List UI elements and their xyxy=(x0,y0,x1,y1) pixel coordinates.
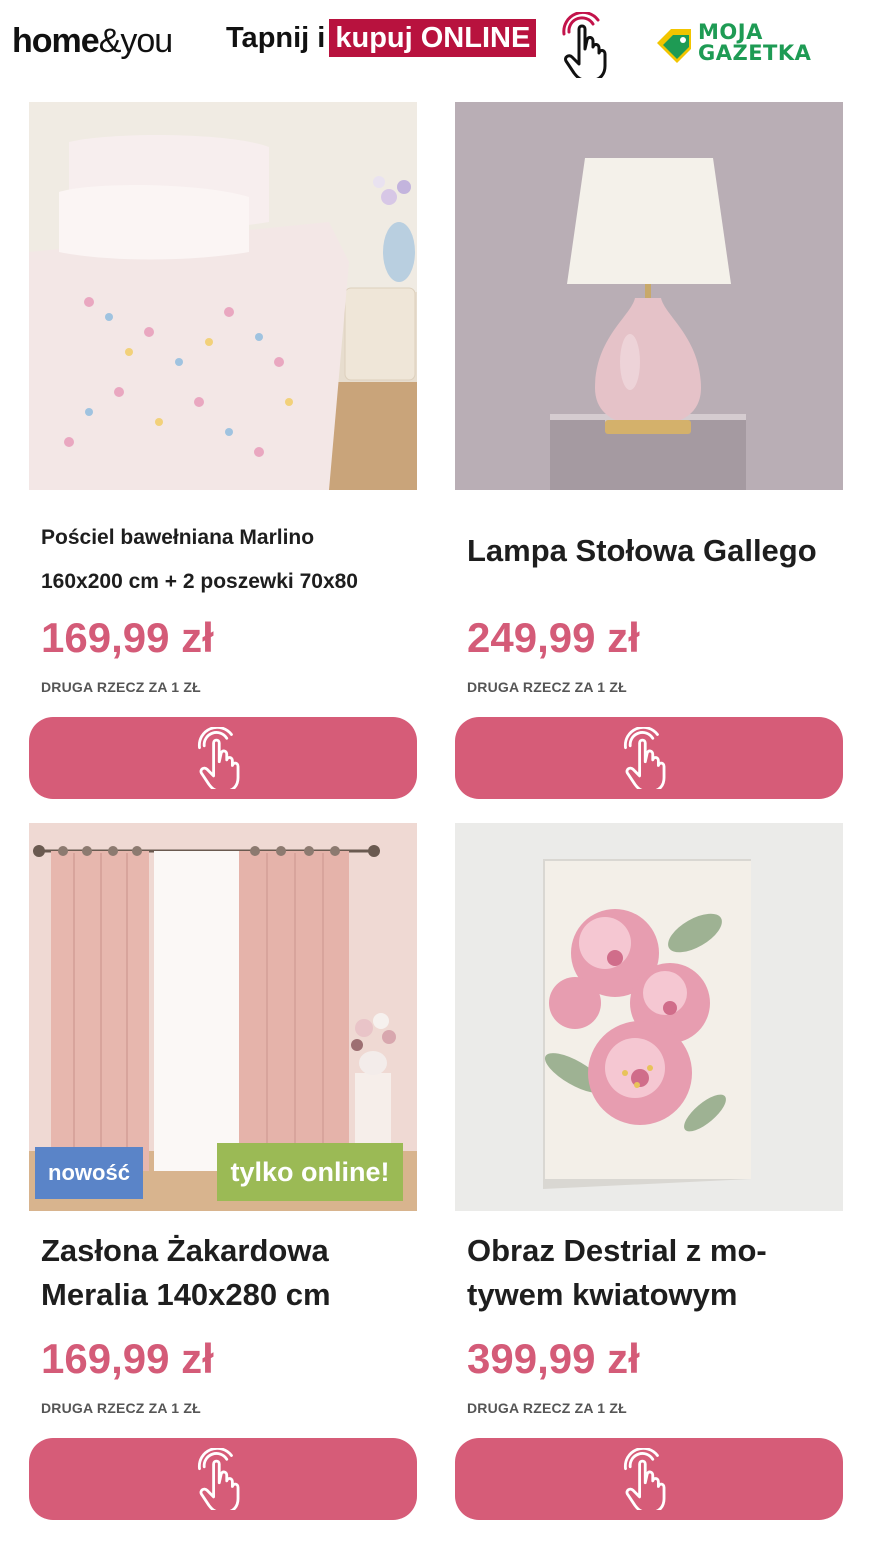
product-title[interactable]: Zasłona Żakardowa Meralia 140x280 cm xyxy=(41,1229,331,1317)
buy-button[interactable] xyxy=(29,717,417,799)
product-price: 399,99 zł xyxy=(467,1335,640,1382)
tagline-highlight: kupuj ONLINE xyxy=(329,19,537,57)
product-title[interactable]: Obraz Destrial z mo- tywem kwiatowym xyxy=(467,1229,767,1317)
product-card[interactable]: Obraz Destrial z mo- tywem kwiatowym 399… xyxy=(455,823,843,1523)
tagline[interactable]: Tapnij i kupuj ONLINE xyxy=(226,18,537,58)
product-image-painting[interactable] xyxy=(455,823,843,1211)
product-price: 169,99 zł xyxy=(41,614,214,661)
tap-hand-icon[interactable] xyxy=(560,12,618,78)
product-title[interactable]: Pościel bawełniana Marlino 160x200 cm + … xyxy=(41,516,358,604)
promo-text: DRUGA RZECZ ZA 1 ZŁ xyxy=(467,679,627,695)
header: home&you Tapnij i kupuj ONLINE MOJA GAZE… xyxy=(0,0,872,90)
product-title-line2: Meralia 140x280 cm xyxy=(41,1277,331,1312)
product-price: 169,99 zł xyxy=(41,1335,214,1382)
brand-bold: home xyxy=(12,22,100,60)
product-title-line1: Pościel bawełniana Marlino xyxy=(41,526,315,549)
gazetka-line2: GAZETKA xyxy=(698,41,812,65)
product-card[interactable]: Lampa Stołowa Gallego 249,99 zł DRUGA RZ… xyxy=(455,102,843,802)
product-card[interactable]: nowość tylko online! Zasłona Żakardowa M… xyxy=(29,823,417,1523)
promo-text: DRUGA RZECZ ZA 1 ZŁ xyxy=(41,679,201,695)
product-image-curtain[interactable]: nowość tylko online! xyxy=(29,823,417,1211)
product-title[interactable]: Lampa Stołowa Gallego xyxy=(467,528,817,574)
brand-rest: &you xyxy=(98,22,173,60)
buy-button[interactable] xyxy=(29,1438,417,1520)
badge-online-only: tylko online! xyxy=(217,1143,403,1201)
product-card[interactable]: Pościel bawełniana Marlino 160x200 cm + … xyxy=(29,102,417,802)
promo-text: DRUGA RZECZ ZA 1 ZŁ xyxy=(41,1400,201,1416)
tap-hand-icon xyxy=(623,727,666,789)
buy-button[interactable] xyxy=(455,717,843,799)
product-title-line1: Zasłona Żakardowa xyxy=(41,1233,329,1268)
gazetka-line1: MOJA xyxy=(698,20,763,44)
product-title-line1: Obraz Destrial z mo- xyxy=(467,1233,767,1268)
product-title-line2: tywem kwiatowym xyxy=(467,1277,738,1312)
badge-new: nowość xyxy=(35,1147,143,1199)
product-image-bedding[interactable] xyxy=(29,102,417,490)
product-title-line2: 160x200 cm + 2 poszewki 70x80 xyxy=(41,570,358,593)
moja-gazetka-logo[interactable]: MOJA GAZETKA xyxy=(655,22,811,64)
home-and-you-logo[interactable]: home&you xyxy=(12,22,173,61)
product-price: 249,99 zł xyxy=(467,614,640,661)
tagline-prefix: Tapnij i xyxy=(226,21,326,54)
tap-hand-icon xyxy=(197,1448,240,1510)
tap-hand-icon xyxy=(623,1448,666,1510)
product-image-lamp[interactable] xyxy=(455,102,843,490)
tap-hand-icon xyxy=(197,727,240,789)
product-title-line1: Lampa Stołowa Gallego xyxy=(467,533,817,568)
buy-button[interactable] xyxy=(455,1438,843,1520)
price-tag-icon xyxy=(657,29,691,63)
promo-text: DRUGA RZECZ ZA 1 ZŁ xyxy=(467,1400,627,1416)
